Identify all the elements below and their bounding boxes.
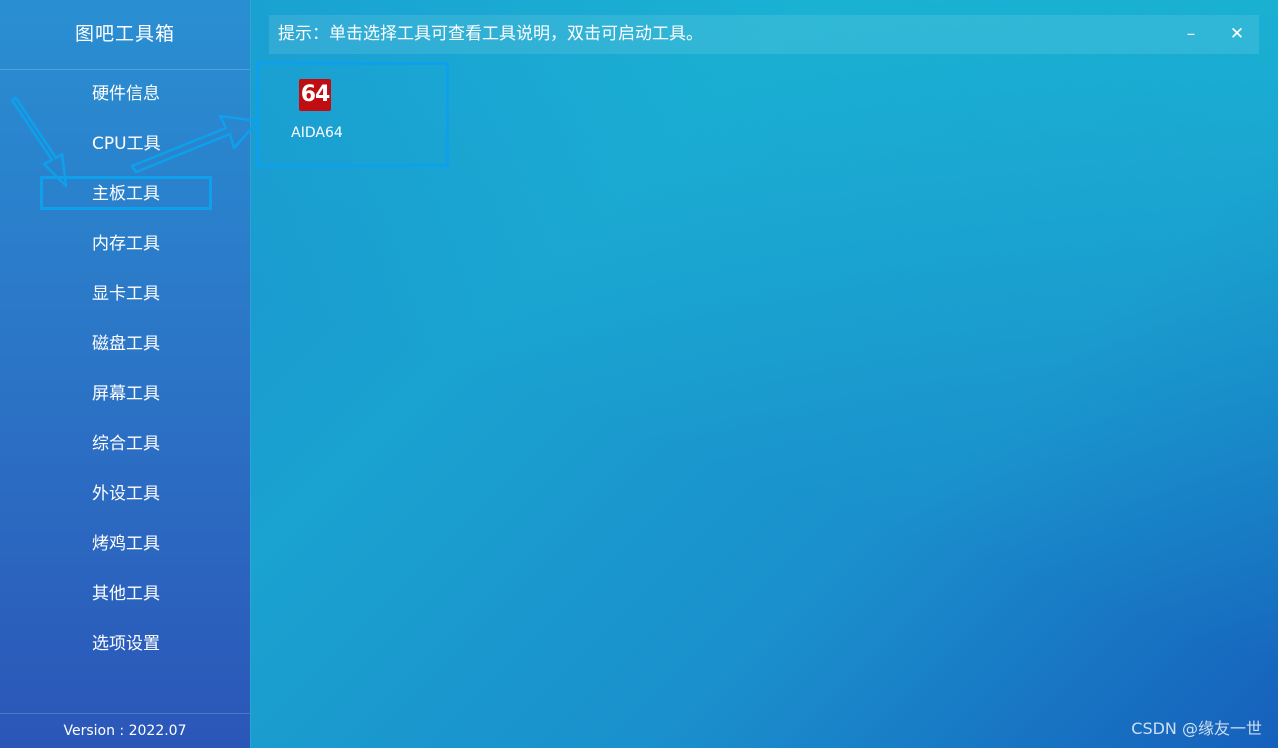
sidebar-item-settings[interactable]: 选项设置 [0,619,250,669]
sidebar-item-stress-test-tools[interactable]: 烤鸡工具 [0,519,250,569]
minimize-button[interactable]: – [1169,15,1213,54]
sidebar-item-label: CPU工具 [92,134,161,154]
sidebar-item-label: 屏幕工具 [92,384,160,404]
tool-label: AIDA64 [291,125,343,141]
sidebar-item-label: 烤鸡工具 [92,534,160,554]
sidebar-item-label: 外设工具 [92,484,160,504]
hint-text: 提示：单击选择工具可查看工具说明，双击可启动工具。 [278,24,703,44]
sidebar-item-memory-tools[interactable]: 内存工具 [0,219,250,269]
sidebar-menu: 硬件信息 CPU工具 主板工具 内存工具 显卡工具 磁盘工具 屏幕工具 综合工具… [0,69,250,669]
sidebar-item-label: 选项设置 [92,634,160,654]
sidebar-item-other-tools[interactable]: 其他工具 [0,569,250,619]
sidebar-item-label: 显卡工具 [92,284,160,304]
selection-highlight-box [40,176,212,210]
sidebar-item-label: 其他工具 [92,584,160,604]
sidebar: 图吧工具箱 硬件信息 CPU工具 主板工具 内存工具 显卡工具 磁盘工具 屏幕工… [0,0,250,748]
sidebar-item-label: 磁盘工具 [92,334,160,354]
sidebar-item-hardware-info[interactable]: 硬件信息 [0,69,250,119]
sidebar-item-peripheral-tools[interactable]: 外设工具 [0,469,250,519]
sidebar-item-general-tools[interactable]: 综合工具 [0,419,250,469]
sidebar-item-label: 内存工具 [92,234,160,254]
aida64-icon: 64 [299,79,331,111]
sidebar-item-screen-tools[interactable]: 屏幕工具 [0,369,250,419]
sidebar-item-disk-tools[interactable]: 磁盘工具 [0,319,250,369]
app-window: 图吧工具箱 硬件信息 CPU工具 主板工具 内存工具 显卡工具 磁盘工具 屏幕工… [0,0,1278,748]
hint-bar: 提示：单击选择工具可查看工具说明，双击可启动工具。 – ✕ [269,15,1259,54]
sidebar-item-label: 综合工具 [92,434,160,454]
sidebar-item-cpu-tools[interactable]: CPU工具 [0,119,250,169]
sidebar-item-motherboard-tools[interactable]: 主板工具 [0,169,250,219]
sidebar-item-label: 硬件信息 [92,84,160,104]
watermark: CSDN @缘友一世 [1131,719,1262,738]
close-button[interactable]: ✕ [1215,15,1259,54]
tool-item-aida64[interactable]: 64 AIDA64 [256,62,449,167]
version-label: Version : 2022.07 [0,713,250,748]
sidebar-item-gpu-tools[interactable]: 显卡工具 [0,269,250,319]
app-title: 图吧工具箱 [0,0,250,70]
